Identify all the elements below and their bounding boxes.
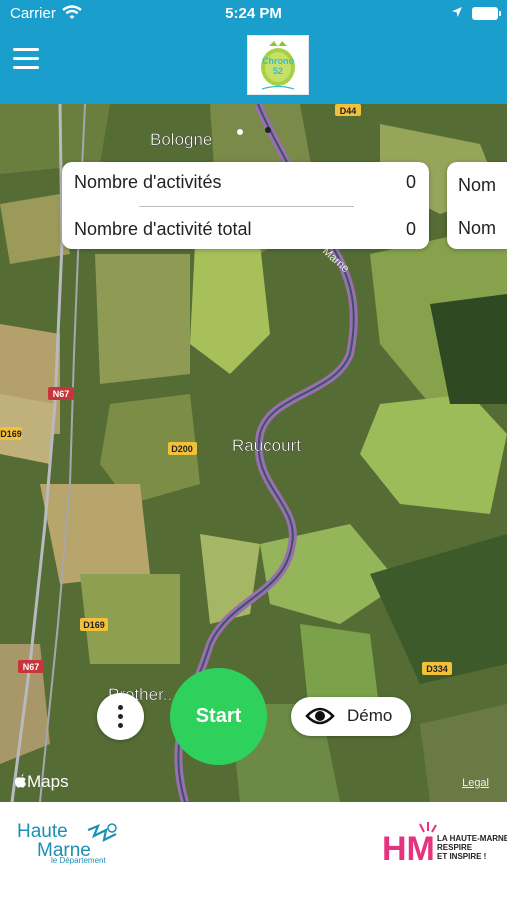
status-time: 5:24 PM bbox=[225, 5, 282, 22]
stats-divider bbox=[139, 206, 354, 207]
more-options-button[interactable] bbox=[97, 693, 144, 740]
next-card-line-2: Nom bbox=[458, 218, 497, 238]
legal-link[interactable]: Legal bbox=[462, 777, 489, 789]
footer-partners: Haute Marne le Département HM LA HAUTE-M… bbox=[0, 802, 507, 900]
demo-label: Démo bbox=[347, 706, 393, 725]
haute-marne-line-1: Haute bbox=[17, 821, 68, 842]
dot-icon bbox=[118, 714, 123, 719]
start-button[interactable]: Start bbox=[170, 668, 267, 765]
partner-logos: Haute Marne le Département HM LA HAUTE-M… bbox=[17, 821, 507, 868]
dot-icon bbox=[118, 705, 123, 710]
place-label: Raucourt bbox=[232, 436, 301, 455]
road-label: D44 bbox=[340, 106, 357, 116]
total-activities-row: Nombre d'activité total 0 bbox=[74, 219, 416, 240]
app-logo: Chrono 52 bbox=[247, 35, 309, 95]
haute-marne-line-3: le Département bbox=[51, 856, 106, 865]
maps-label: Maps bbox=[27, 772, 69, 791]
place-marker-icon bbox=[265, 127, 271, 133]
total-activities-label: Nombre d'activité total bbox=[74, 219, 252, 239]
maps-attribution: Maps bbox=[14, 772, 69, 792]
logo-line-2: 52 bbox=[272, 66, 283, 76]
total-activities-value: 0 bbox=[405, 219, 416, 239]
demo-button[interactable]: Démo bbox=[291, 697, 411, 736]
haute-marne-logo: Haute Marne le Département bbox=[17, 821, 117, 865]
road-label: N67 bbox=[23, 662, 40, 672]
next-card-line-1: Nom bbox=[458, 175, 497, 195]
eye-icon bbox=[305, 707, 335, 725]
menu-bar-icon bbox=[13, 48, 39, 51]
logo-text: Chrono 52 bbox=[248, 56, 308, 76]
menu-button[interactable] bbox=[13, 48, 39, 70]
road-label: D200 bbox=[171, 444, 193, 454]
dot-icon bbox=[118, 723, 123, 728]
hm-line-3: ET INSPIRE ! bbox=[437, 852, 486, 861]
battery-icon bbox=[472, 7, 501, 20]
logo-line-1: Chrono bbox=[262, 56, 294, 66]
app-header: Carrier 5:24 PM Chrono 52 bbox=[0, 0, 507, 104]
place-label: Bologne bbox=[150, 130, 212, 149]
hm-line-2: RESPIRE bbox=[437, 843, 473, 852]
activities-count-label: Nombre d'activités bbox=[74, 172, 222, 192]
road-label: D334 bbox=[426, 664, 448, 674]
road-label: N67 bbox=[53, 389, 70, 399]
activity-stats-card: Nombre d'activités 0 Nombre d'activité t… bbox=[62, 162, 429, 249]
next-stats-card[interactable]: Nom Nom bbox=[447, 162, 507, 249]
road-label: D169 bbox=[83, 620, 105, 630]
road-label: D169 bbox=[0, 429, 22, 439]
activities-count-value: 0 bbox=[405, 172, 416, 192]
la-haute-marne-respire-logo: HM LA HAUTE-MARNE RESPIRE ET INSPIRE ! bbox=[382, 822, 507, 868]
location-arrow-icon bbox=[452, 7, 462, 17]
status-bar: Carrier 5:24 PM bbox=[0, 0, 507, 28]
menu-bar-icon bbox=[13, 66, 39, 69]
hm-line-1: LA HAUTE-MARNE bbox=[437, 834, 507, 843]
apple-logo-icon bbox=[15, 774, 26, 788]
hm-mark: HM bbox=[382, 830, 435, 868]
app-screen: Carrier 5:24 PM Chrono 52 D44 N67 D169 D… bbox=[0, 0, 507, 900]
activities-count-row: Nombre d'activités 0 bbox=[74, 172, 416, 193]
place-marker-icon bbox=[237, 129, 243, 135]
menu-bar-icon bbox=[13, 57, 39, 60]
